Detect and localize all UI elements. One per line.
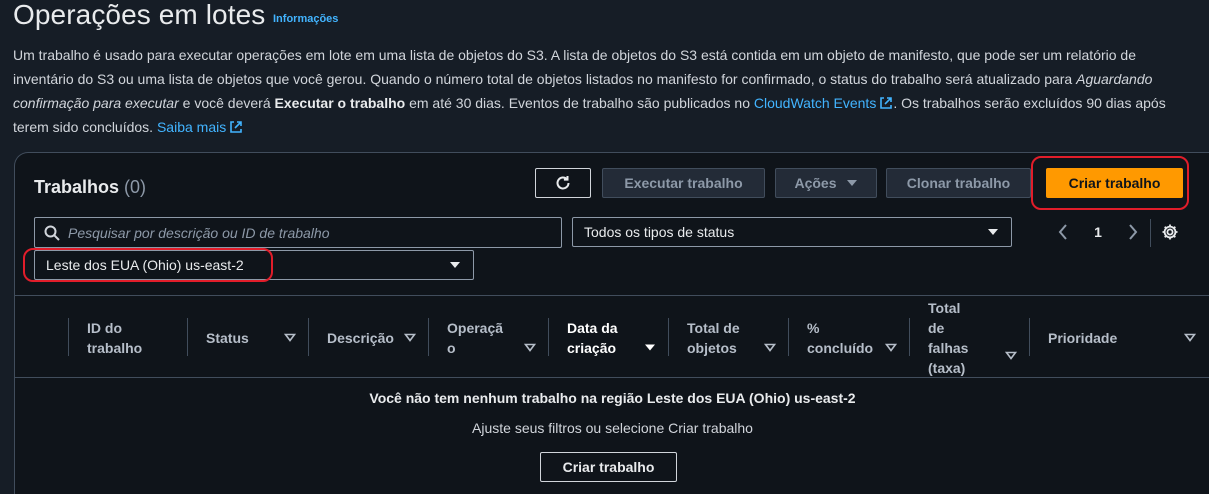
column-header-total-objects[interactable]: Total de objetos — [668, 296, 788, 379]
search-input[interactable] — [68, 224, 538, 241]
column-header-description[interactable]: Descrição — [308, 296, 428, 379]
column-label: Status — [206, 329, 249, 346]
column-label: % concluído — [807, 319, 874, 356]
caret-down-icon — [846, 180, 857, 186]
external-link-icon — [880, 97, 893, 109]
column-header-creation-date[interactable]: Data da criação — [548, 296, 668, 379]
external-link-icon — [230, 121, 243, 133]
page-description: Um trabalho é usado para executar operaç… — [13, 43, 1198, 139]
description-text: em até 30 dias. Eventos de trabalho são … — [405, 95, 754, 111]
empty-state-subtitle: Ajuste seus filtros ou selecione Criar t… — [472, 420, 753, 436]
status-filter-select[interactable]: Todos os tipos de status — [572, 217, 1012, 247]
page-number[interactable]: 1 — [1094, 224, 1102, 240]
sort-icon — [1184, 333, 1196, 342]
chevron-left-icon[interactable] — [1058, 224, 1068, 240]
empty-state-title: Você não tem nenhum trabalho na região L… — [369, 390, 856, 406]
status-filter-value: Todos os tipos de status — [584, 224, 735, 240]
refresh-icon — [556, 176, 570, 190]
column-header-status[interactable]: Status — [187, 296, 308, 379]
caret-down-icon — [988, 229, 998, 235]
region-filter-value: Leste dos EUA (Ohio) us-east-2 — [46, 257, 244, 273]
column-label: Operação — [447, 319, 504, 356]
jobs-panel-title: Trabalhos (0) — [34, 177, 146, 198]
pagination: 1 — [1058, 220, 1138, 244]
chevron-right-icon[interactable] — [1128, 224, 1138, 240]
divider — [1150, 219, 1151, 247]
jobs-title-text: Trabalhos — [34, 177, 120, 197]
column-label: Total de falhas (taxa) — [928, 299, 969, 376]
info-link[interactable]: Informações — [273, 13, 338, 25]
description-text: Um trabalho é usado para executar operaç… — [13, 47, 1137, 87]
jobs-count: (0) — [124, 177, 147, 197]
jobs-table-header: ID do trabalho Status Descrição Operação… — [15, 295, 1209, 378]
jobs-panel: Trabalhos (0) Executar trabalho Ações Cl… — [14, 152, 1209, 494]
search-icon — [44, 225, 60, 241]
learn-more-link[interactable]: Saiba mais — [157, 119, 243, 135]
sort-descending-icon — [645, 344, 655, 351]
sort-icon — [404, 333, 416, 342]
column-header-priority[interactable]: Prioridade — [1029, 296, 1209, 379]
create-job-button[interactable]: Criar trabalho — [1046, 168, 1183, 198]
description-bold: Executar o trabalho — [274, 95, 406, 111]
sort-icon — [1005, 351, 1017, 360]
actions-button[interactable]: Ações — [775, 168, 877, 198]
refresh-button[interactable] — [535, 168, 591, 198]
execute-job-button[interactable]: Executar trabalho — [602, 168, 765, 198]
column-label: Prioridade — [1048, 329, 1118, 346]
page-title: Operações em lotes — [13, 0, 266, 30]
cloudwatch-events-link[interactable]: CloudWatch Events — [754, 95, 893, 111]
gear-icon[interactable] — [1161, 223, 1179, 241]
sort-icon — [524, 343, 536, 352]
column-label: Total de objetos — [687, 319, 740, 356]
column-header-operation[interactable]: Operação — [428, 296, 548, 379]
sort-icon — [885, 343, 897, 352]
region-filter-select[interactable]: Leste dos EUA (Ohio) us-east-2 — [34, 250, 474, 280]
column-header-percent-complete[interactable]: % concluído — [788, 296, 909, 379]
column-label: ID do trabalho — [87, 319, 143, 356]
column-header-total-failures[interactable]: Total de falhas (taxa) — [909, 296, 1029, 379]
column-label: Descrição — [327, 329, 394, 346]
search-box[interactable] — [34, 217, 562, 248]
empty-state-create-job-button[interactable]: Criar trabalho — [540, 452, 677, 482]
actions-label: Ações — [794, 175, 837, 191]
sort-icon — [284, 333, 296, 342]
clone-job-button[interactable]: Clonar trabalho — [886, 168, 1031, 198]
sort-icon — [764, 343, 776, 352]
column-label: Data da criação — [567, 319, 618, 356]
caret-down-icon — [450, 262, 460, 268]
description-text: e você deverá — [178, 95, 275, 111]
column-header-job-id[interactable]: ID do trabalho — [68, 296, 187, 379]
